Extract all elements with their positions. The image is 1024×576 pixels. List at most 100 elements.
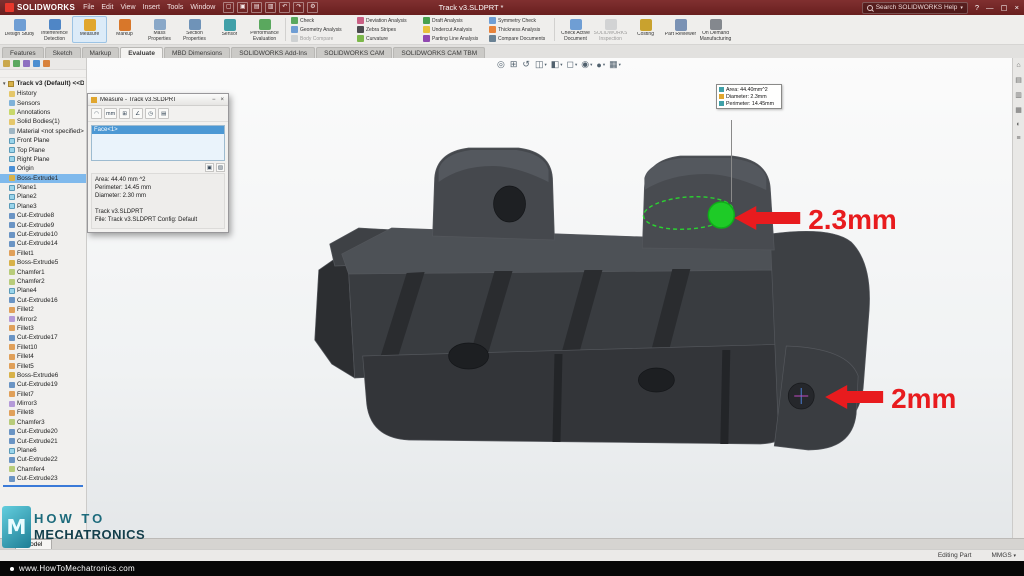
menu-item[interactable]: Window <box>190 4 215 11</box>
feature-tree-item[interactable]: Chamfer1 <box>0 267 86 276</box>
feature-tree-item[interactable]: Cut-Extrude22 <box>0 455 86 464</box>
feature-tree-item[interactable]: Chamfer4 <box>0 465 86 474</box>
displaymanager-tab-icon[interactable] <box>43 60 50 67</box>
section-view-icon[interactable]: ◫▾ <box>535 59 547 70</box>
ribbon-button[interactable]: Costing <box>628 16 663 43</box>
feature-tree-item[interactable]: Plane4 <box>0 286 86 295</box>
feature-tree-item[interactable]: Cut-Extrude8 <box>0 211 86 220</box>
minimize-button[interactable]: — <box>986 3 994 12</box>
feature-tree-item[interactable]: Fillet3 <box>0 324 86 333</box>
menu-item[interactable]: Insert <box>143 4 161 11</box>
search-input[interactable]: Search SOLIDWORKS Help <box>876 4 958 11</box>
feature-tree-item[interactable]: Front Plane <box>0 136 86 145</box>
feature-tree-item[interactable]: Plane6 <box>0 446 86 455</box>
feature-tree-item[interactable]: Fillet4 <box>0 352 86 361</box>
ribbon-button[interactable]: Curvature <box>355 34 419 43</box>
feature-tree-item[interactable]: Fillet7 <box>0 390 86 399</box>
feature-tree-item[interactable]: Boss-Extrude1 <box>0 174 86 183</box>
feature-tree-item[interactable]: Cut-Extrude10 <box>0 230 86 239</box>
copy-results-icon[interactable]: ▣ <box>205 163 214 172</box>
command-tab[interactable]: Markup <box>82 47 120 58</box>
ribbon-button[interactable]: Zebra Stripes <box>355 25 419 34</box>
ribbon-button[interactable]: Body Compare <box>289 34 353 43</box>
highlighted-face[interactable] <box>708 202 734 228</box>
feature-tree-item[interactable]: Sensors <box>0 98 86 107</box>
units-icon[interactable]: mm <box>104 108 117 119</box>
feature-tree-item[interactable]: Chamfer3 <box>0 418 86 427</box>
track-hole[interactable] <box>638 368 674 392</box>
appearances-scenes-icon[interactable]: ◐ <box>1016 121 1020 128</box>
chevron-down-icon[interactable]: ▾ <box>960 5 963 11</box>
search-box[interactable]: Search SOLIDWORKS Help ▾ <box>862 2 968 14</box>
units-selector[interactable]: MMGS ▾ <box>991 552 1016 559</box>
ribbon-button[interactable]: Mass Properties <box>142 16 177 43</box>
feature-tree-item[interactable]: Material <not specified> <box>0 127 86 136</box>
previous-view-icon[interactable]: ↺ <box>522 59 531 70</box>
ribbon-button[interactable]: Undercut Analysis <box>421 25 485 34</box>
measure-dialog-titlebar[interactable]: Measure - Track v3.SLDPRT − × <box>88 94 228 106</box>
resources-icon[interactable]: ⌂ <box>1016 62 1020 69</box>
ribbon-button[interactable]: Section Properties <box>177 16 212 43</box>
feature-tree-item[interactable]: Cut-Extrude20 <box>0 427 86 436</box>
feature-tree-item[interactable]: Origin <box>0 164 86 173</box>
dimxpertmanager-tab-icon[interactable] <box>33 60 40 67</box>
ribbon-button[interactable]: Check Active Document <box>558 16 593 43</box>
dialog-close-button[interactable]: × <box>219 97 225 103</box>
zoom-fit-icon[interactable]: ◎ <box>497 59 506 70</box>
ribbon-button[interactable]: Thickness Analysis <box>487 25 551 34</box>
track-hole[interactable] <box>449 343 489 369</box>
feature-tree-item[interactable]: Plane2 <box>0 192 86 201</box>
configurationmanager-tab-icon[interactable] <box>23 60 30 67</box>
command-tab[interactable]: SOLIDWORKS CAM <box>316 47 392 58</box>
history-icon[interactable]: ◷ <box>145 108 156 119</box>
ribbon-button[interactable]: Part Reviewer <box>663 16 698 43</box>
feature-tree-item[interactable]: Cut-Extrude17 <box>0 333 86 342</box>
dialog-minimize-button[interactable]: − <box>211 97 217 103</box>
create-sensor-icon[interactable]: ▤ <box>158 108 169 119</box>
feature-tree-item[interactable]: Mirror3 <box>0 399 86 408</box>
rollback-bar[interactable] <box>3 485 83 487</box>
feature-tree-item[interactable]: Cut-Extrude9 <box>0 220 86 229</box>
ribbon-button[interactable]: Markup <box>107 16 142 43</box>
ribbon-button[interactable]: Performance Evaluation <box>247 16 282 43</box>
propertymanager-tab-icon[interactable] <box>13 60 20 67</box>
command-tab[interactable]: Features <box>2 47 44 58</box>
ribbon-button[interactable]: Symmetry Check <box>487 16 551 25</box>
new-icon[interactable]: ▢ <box>223 2 234 13</box>
selected-face-entry[interactable]: Face<1> <box>92 126 224 134</box>
feature-tree-item[interactable]: Cut-Extrude16 <box>0 296 86 305</box>
command-tab[interactable]: MBD Dimensions <box>164 47 230 58</box>
ribbon-button[interactable]: Compare Documents <box>487 34 551 43</box>
redo-icon[interactable]: ↷ <box>293 2 304 13</box>
arc-measure-icon[interactable]: ◠ <box>91 108 102 119</box>
custom-properties-icon[interactable]: ≡ <box>1016 135 1020 142</box>
ribbon-button[interactable]: SOLIDWORKS Inspection <box>593 16 628 43</box>
point-to-point-icon[interactable]: ∠ <box>132 108 143 119</box>
feature-tree-item[interactable]: Cut-Extrude23 <box>0 474 86 483</box>
restore-button[interactable]: ▢ <box>1001 3 1008 12</box>
ribbon-button[interactable]: Measure <box>72 16 107 43</box>
feature-tree-item[interactable]: Cut-Extrude21 <box>0 436 86 445</box>
feature-tree-item[interactable]: Annotations <box>0 108 86 117</box>
chevron-down-icon[interactable]: ▼ <box>2 81 6 86</box>
show-xyz-icon[interactable]: ⊞ <box>119 108 130 119</box>
hide-show-icon[interactable]: ◉▾ <box>581 59 592 70</box>
ribbon-button[interactable]: Interference Detection <box>37 16 72 43</box>
feature-tree-item[interactable]: History <box>0 89 86 98</box>
display-style-icon[interactable]: ◻▾ <box>567 59 578 70</box>
featuremanager-tab-icon[interactable] <box>3 60 10 67</box>
ribbon-button[interactable]: On Demand Manufacturing <box>698 16 733 43</box>
feature-tree-item[interactable]: Top Plane <box>0 145 86 154</box>
track-part-body[interactable] <box>315 148 870 450</box>
feature-tree-item[interactable]: Solid Bodies(1) <box>0 117 86 126</box>
open-icon[interactable]: ▣ <box>237 2 248 13</box>
appearances-icon[interactable]: ●▾ <box>596 60 605 70</box>
view-palette-icon[interactable]: ▦ <box>1015 106 1022 114</box>
graphics-area[interactable]: ◎ ⊞ ↺ ◫▾ ◧▾ <box>87 58 1012 538</box>
command-tab[interactable]: SOLIDWORKS CAM TBM <box>393 47 485 58</box>
feature-tree-item[interactable]: Fillet10 <box>0 343 86 352</box>
feature-tree-item[interactable]: Fillet2 <box>0 305 86 314</box>
zoom-area-icon[interactable]: ⊞ <box>510 59 519 70</box>
feature-tree-item[interactable]: Plane3 <box>0 202 86 211</box>
feature-tree-item[interactable]: Cut-Extrude14 <box>0 239 86 248</box>
